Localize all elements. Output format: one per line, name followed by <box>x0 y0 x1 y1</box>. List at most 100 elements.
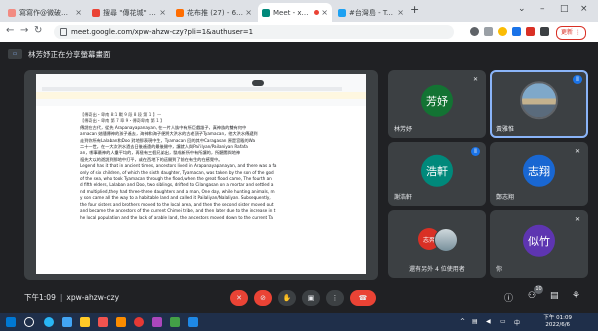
participant-tile-speaking[interactable]: ⦀ 黃雅惟 <box>490 70 588 138</box>
search-icon[interactable] <box>24 317 34 327</box>
close-tab-icon[interactable]: × <box>75 8 82 17</box>
tab-favicon-icon <box>92 8 100 17</box>
tab-favicon-icon <box>338 8 346 17</box>
camera-toggle-button[interactable]: ⊘ <box>254 290 272 306</box>
back-icon[interactable]: ← <box>6 25 14 36</box>
meeting-code: xpw-ahzw-czy <box>66 293 120 302</box>
participant-tile[interactable]: ✕ 芳妤 林芳妤 <box>388 70 486 138</box>
avatar: 志翔 <box>523 154 555 187</box>
browser-tab[interactable]: 寫寫作@微破解版畫市場 × <box>4 3 86 22</box>
shared-screen[interactable]: 【傳奇出・卑南 8:1 戰 9 段 8 段 第 1 】— 【傳奇出・卑南 第 7… <box>24 70 378 280</box>
new-tab-icon[interactable]: + <box>410 3 419 16</box>
info-icon[interactable]: ⓘ <box>504 291 513 304</box>
participant-tile[interactable]: ✕ 志翔 鄭志翔 <box>490 142 588 206</box>
meet-favicon-icon <box>262 8 270 17</box>
file-explorer-icon[interactable] <box>80 317 90 327</box>
start-icon[interactable] <box>6 317 16 327</box>
participant-tile[interactable]: ⦀ 浩軒 謝浩軒 <box>388 142 486 206</box>
avatar: 浩軒 <box>421 154 453 187</box>
more-options-button[interactable]: ⋮ <box>326 290 344 306</box>
present-screen-icon: ▭ <box>8 49 22 59</box>
star-icon[interactable] <box>498 27 507 36</box>
avatar: 芳妤 <box>421 84 453 117</box>
browser-tab[interactable]: 花布推 (27) - 61109600 × <box>172 3 256 22</box>
people-icon[interactable]: ⚇ <box>528 291 536 301</box>
maximize-icon[interactable]: □ <box>560 4 569 14</box>
address-bar[interactable]: meet.google.com/xpw-ahzw-czy?pli=1&authu… <box>54 25 454 39</box>
mic-off-icon: ✕ <box>472 76 479 83</box>
forward-icon[interactable]: → <box>20 25 28 36</box>
tray-chevron-icon[interactable]: ^ <box>460 318 465 325</box>
more-participants-tile[interactable]: 志羿 還有另外 4 位使用者 <box>388 210 486 278</box>
tab-title: 寫寫作@微破解版畫市場 <box>19 8 74 17</box>
clock-date: 2022/6/6 <box>545 322 571 328</box>
participant-name: 你 <box>496 266 503 273</box>
recording-dot-icon <box>314 10 320 15</box>
input-language[interactable]: 中 <box>514 318 520 327</box>
chrome-icon[interactable] <box>134 317 144 327</box>
browser-tab-active[interactable]: Meet - xpw-ahzw-c × <box>258 3 332 22</box>
extension-icon[interactable] <box>526 27 535 36</box>
volume-icon[interactable]: ◀ <box>486 318 491 325</box>
network-icon[interactable]: ▤ <box>472 318 478 325</box>
close-tab-icon[interactable]: × <box>245 8 252 17</box>
self-tile[interactable]: ✕ 似竹 你 <box>490 210 588 278</box>
lock-icon <box>60 28 67 36</box>
leave-call-button[interactable]: ☎ <box>350 290 376 306</box>
update-button[interactable]: 更新 ⋮ <box>556 26 586 40</box>
raise-hand-button[interactable]: ✋ <box>278 290 296 306</box>
doc-line: he local population and the lack of arab… <box>80 214 273 220</box>
mic-off-icon: ✕ <box>574 216 581 223</box>
tab-title: #台灣島 - Twitter 搜尋/ <box>349 8 395 17</box>
sidebar-icon[interactable] <box>540 27 549 36</box>
close-window-icon[interactable]: × <box>580 4 588 14</box>
tab-title: 搜尋 "傳花城" - Plurk <box>103 8 157 17</box>
avatar <box>520 81 558 120</box>
extension-icon[interactable] <box>512 27 521 36</box>
avatar <box>434 228 458 252</box>
meeting-info: 下午1:09 | xpw-ahzw-czy <box>24 293 120 302</box>
minimize-icon[interactable]: – <box>540 4 545 14</box>
app-icon[interactable] <box>170 317 180 327</box>
browser-tab-strip: 寫寫作@微破解版畫市場 × 搜尋 "傳花城" - Plurk × 花布推 (27… <box>0 0 598 22</box>
browser-tab[interactable]: 搜尋 "傳花城" - Plurk × <box>88 3 170 22</box>
os-taskbar: ^ ▤ ◀ ▭ 中 下午 01:09 2022/6/6 <box>0 313 598 331</box>
document-page: 【傳奇出・卑南 8:1 戰 9 段 8 段 第 1 】— 【傳奇出・卑南 第 7… <box>36 106 366 274</box>
activities-icon[interactable]: ⚘ <box>572 291 580 301</box>
camera-icon[interactable] <box>470 27 479 36</box>
presentation-header: ▭ 林芳妤正在分享螢幕畫面 <box>0 42 598 66</box>
close-tab-icon[interactable]: × <box>159 8 166 17</box>
meet-control-bar: 下午1:09 | xpw-ahzw-czy ✕ ⊘ ✋ ▣ ⋮ ☎ ⓘ 10 ⚇ ▤… <box>0 283 598 313</box>
app-icon[interactable] <box>98 317 108 327</box>
browser-tab[interactable]: #台灣島 - Twitter 搜尋/ × <box>334 3 408 22</box>
chevron-down-icon[interactable]: ⌄ <box>518 4 526 14</box>
doc-toolbar <box>36 74 366 106</box>
avatar: 似竹 <box>523 224 555 257</box>
weather-icon[interactable] <box>62 317 72 327</box>
app-icon[interactable] <box>116 317 126 327</box>
app-icon[interactable] <box>188 317 198 327</box>
presenting-label: 林芳妤正在分享螢幕畫面 <box>28 49 111 59</box>
document-text: 【傳奇出・卑南 8:1 戰 9 段 8 段 第 1 】— 【傳奇出・卑南 第 7… <box>80 112 364 221</box>
tab-favicon-icon <box>8 8 16 17</box>
browser-toolbar: ← → ↻ meet.google.com/xpw-ahzw-czy?pli=1… <box>0 22 598 43</box>
close-tab-icon[interactable]: × <box>397 8 404 17</box>
chat-icon[interactable]: ▤ <box>550 291 559 301</box>
tab-title: Meet - xpw-ahzw-c <box>273 8 312 17</box>
mic-toggle-button[interactable]: ✕ <box>230 290 248 306</box>
present-button[interactable]: ▣ <box>302 290 320 306</box>
battery-icon[interactable]: ▭ <box>500 318 506 325</box>
share-icon[interactable] <box>484 27 493 36</box>
speaking-icon: ⦀ <box>471 147 480 156</box>
system-clock[interactable]: 下午 01:09 2022/6/6 <box>543 315 572 329</box>
tab-favicon-icon <box>176 8 184 17</box>
speaking-icon: ⦀ <box>573 75 582 84</box>
doc-notice-bar <box>36 92 366 99</box>
close-tab-icon[interactable]: × <box>321 8 328 17</box>
participant-name: 林芳妤 <box>394 126 413 133</box>
participant-name: 鄭志翔 <box>496 194 515 201</box>
edge-icon[interactable] <box>44 317 54 327</box>
participant-name: 黃雅惟 <box>496 126 515 133</box>
reload-icon[interactable]: ↻ <box>34 25 42 36</box>
app-icon[interactable] <box>152 317 162 327</box>
